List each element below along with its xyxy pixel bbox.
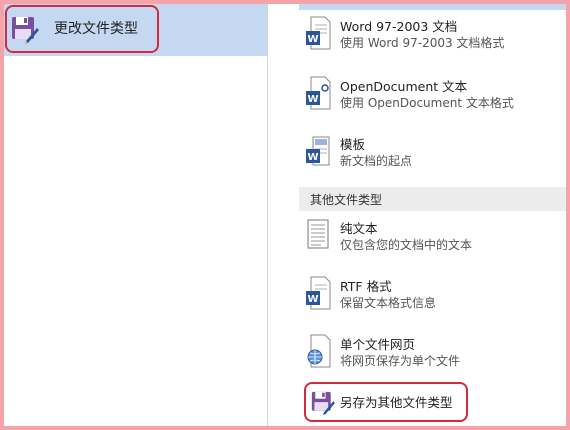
other-file-types-header: 其他文件类型 xyxy=(299,187,566,211)
section-header-label: 其他文件类型 xyxy=(310,193,383,207)
file-type-description: 使用 OpenDocument 文本格式 xyxy=(340,96,514,110)
file-type-title: 纯文本 xyxy=(340,221,378,236)
file-type-description: 保留文本格式信息 xyxy=(340,296,437,310)
file-type-plain-text[interactable]: 纯文本 仅包含您的文档中的文本 xyxy=(299,216,566,272)
file-type-opendocument[interactable]: W OpenDocument 文本 使用 OpenDocument 文本格式 xyxy=(299,74,566,130)
rtf-icon: W xyxy=(306,276,331,310)
save-as-other-label: 另存为其他文件类型 xyxy=(340,395,453,410)
file-type-template[interactable]: W 模板 新文档的起点 xyxy=(299,132,566,188)
file-type-title: OpenDocument 文本 xyxy=(340,79,468,94)
svg-text:W: W xyxy=(307,294,318,305)
opendocument-icon: W xyxy=(306,76,331,110)
plain-text-icon xyxy=(307,219,329,249)
app-window: 更改文件类型 W Word 97-2003 文档 使用 Word 97-2003… xyxy=(4,4,566,426)
save-as-purple-icon xyxy=(311,391,335,415)
file-type-word-97-2003[interactable]: W Word 97-2003 文档 使用 Word 97-2003 文档格式 xyxy=(299,14,566,70)
svg-text:W: W xyxy=(307,94,318,105)
file-type-rtf[interactable]: W RTF 格式 保留文本格式信息 xyxy=(299,274,566,330)
pane-divider xyxy=(267,4,268,426)
svg-text:W: W xyxy=(307,34,318,45)
single-file-webpage-icon xyxy=(307,334,331,368)
list-top-bar xyxy=(299,4,566,10)
file-type-title: 模板 xyxy=(340,137,366,152)
file-type-description: 使用 Word 97-2003 文档格式 xyxy=(340,36,505,50)
file-type-title: Word 97-2003 文档 xyxy=(340,19,458,34)
file-type-description: 新文档的起点 xyxy=(340,154,413,168)
annotation-highlight-box xyxy=(5,5,159,53)
left-pane: 更改文件类型 xyxy=(4,4,267,426)
save-as-other-file-type-button[interactable]: 另存为其他文件类型 xyxy=(299,382,566,426)
word-doc-icon: W xyxy=(306,16,331,50)
file-type-description: 仅包含您的文档中的文本 xyxy=(340,238,473,252)
template-icon: W xyxy=(306,136,330,166)
file-type-list: W Word 97-2003 文档 使用 Word 97-2003 文档格式 W… xyxy=(299,4,566,426)
svg-text:W: W xyxy=(307,152,318,163)
file-type-title: RTF 格式 xyxy=(340,279,392,294)
file-type-description: 将网页保存为单个文件 xyxy=(340,354,461,368)
file-type-title: 单个文件网页 xyxy=(340,337,416,352)
file-type-single-file-webpage[interactable]: 单个文件网页 将网页保存为单个文件 xyxy=(299,332,566,388)
